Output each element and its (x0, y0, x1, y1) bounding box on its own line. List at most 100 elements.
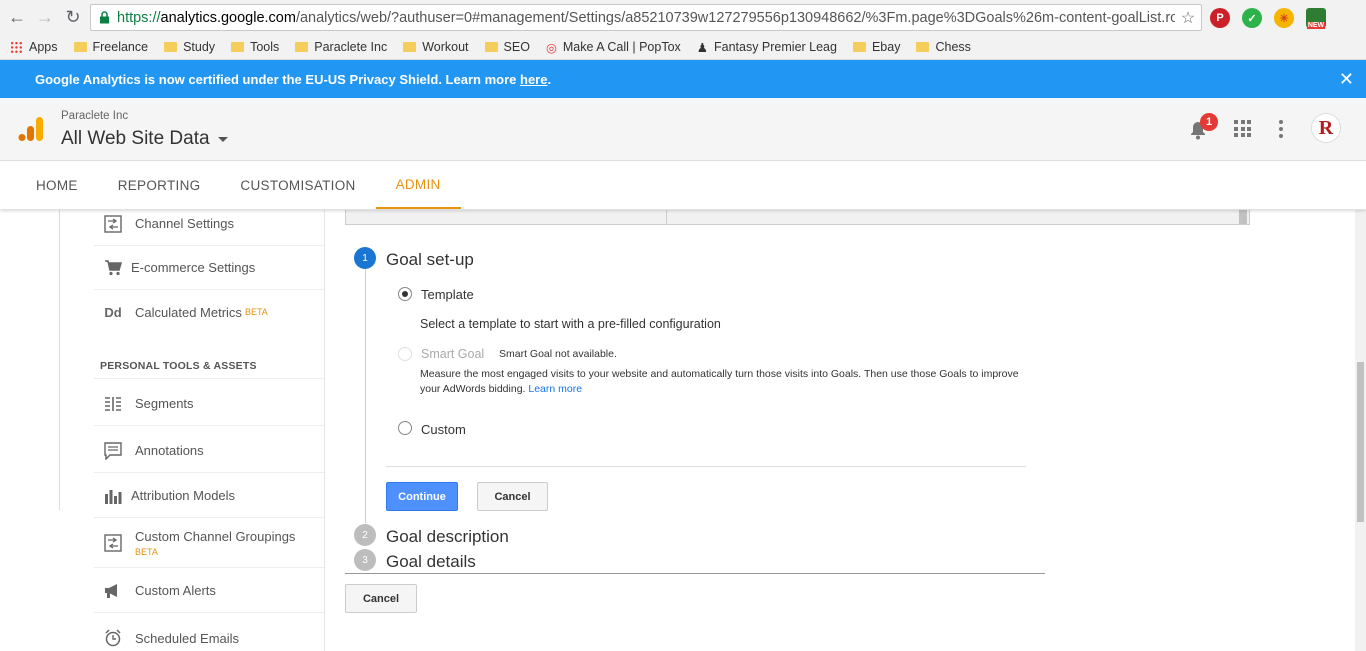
new-extension-icon[interactable]: NEW (1306, 8, 1326, 29)
avatar[interactable]: R (1311, 113, 1341, 143)
smart-goal-desc-text: Measure the most engaged visits to your … (420, 368, 1019, 395)
alarm-clock-icon (102, 628, 124, 648)
bookmark-fpl[interactable]: ♟ Fantasy Premier Leag (697, 40, 837, 55)
smart-goal-radio (398, 347, 412, 361)
lock-icon (91, 11, 117, 24)
notification-count-badge: 1 (1200, 113, 1218, 131)
url-host: analytics.google.com (160, 9, 296, 26)
sidebar-item-ecommerce-settings[interactable]: E-commerce Settings (94, 246, 324, 290)
smart-goal-label: Smart Goal (421, 347, 485, 361)
sidebar-item-custom-channel-groupings[interactable]: Custom Channel Groupings BETA (94, 518, 324, 568)
apps-grid-icon (10, 40, 23, 54)
goal-table-bottom (345, 210, 1250, 225)
bookmark-label: Paraclete Inc (314, 40, 388, 54)
bookmark-label: Study (183, 40, 216, 54)
sidebar-item-label: Custom Channel Groupings (135, 528, 296, 544)
custom-radio[interactable] (398, 421, 412, 435)
template-label[interactable]: Template (421, 287, 474, 302)
analytics-logo-icon[interactable] (18, 116, 44, 142)
lion-icon: ♟ (696, 40, 708, 55)
sidebar-item-label: Channel Settings (135, 216, 235, 231)
address-bar[interactable]: https://analytics.google.com/analytics/w… (90, 4, 1202, 31)
step-1-title: Goal set-up (386, 250, 474, 269)
step-3-title[interactable]: Goal details (386, 552, 476, 572)
sidebar-item-label: Custom Alerts (135, 583, 216, 598)
bottom-cancel-button[interactable]: Cancel (345, 584, 417, 613)
scrollbar-thumb[interactable] (1357, 362, 1364, 522)
browser-chrome: ← → ↻ https://analytics.google.com/analy… (0, 0, 1366, 60)
tab-admin[interactable]: ADMIN (375, 161, 461, 209)
calculated-metrics-icon: Dd (104, 304, 122, 320)
bookmark-ebay[interactable]: Ebay (852, 40, 900, 54)
folder-icon (73, 42, 87, 52)
step-1-number: 1 (354, 247, 376, 269)
bookmark-workout[interactable]: Workout (403, 40, 469, 54)
bookmark-chess[interactable]: Chess (916, 40, 971, 54)
bookmark-label: Fantasy Premier Leag (713, 40, 837, 54)
page-scrollbar[interactable] (1355, 210, 1366, 651)
forward-button[interactable]: → (34, 6, 56, 28)
folder-icon (295, 42, 309, 52)
cancel-button[interactable]: Cancel (477, 482, 548, 511)
bookmark-study[interactable]: Study (164, 40, 215, 54)
sidebar-item-calculated-metrics[interactable]: Dd Calculated Metrics BETA (94, 290, 324, 334)
back-button[interactable]: ← (6, 6, 28, 28)
check-icon[interactable]: ✓ (1242, 8, 1262, 28)
sidebar-item-label: Segments (135, 396, 194, 411)
sidebar-item-attribution-models[interactable]: Attribution Models (94, 474, 324, 518)
ga-header: Paraclete Inc All Web Site Data 1 R (0, 98, 1366, 161)
folder-icon (484, 42, 498, 52)
reload-button[interactable]: ↻ (62, 6, 84, 28)
sidebar-item-custom-alerts[interactable]: Custom Alerts (94, 569, 324, 613)
bookmark-star-icon[interactable]: ☆ (1175, 8, 1201, 28)
tab-home[interactable]: HOME (16, 161, 98, 209)
custom-label[interactable]: Custom (421, 422, 466, 437)
bookmark-tools[interactable]: Tools (231, 40, 279, 54)
folder-icon (164, 42, 178, 52)
beta-badge: BETA (244, 307, 268, 317)
toolbar: ← → ↻ https://analytics.google.com/analy… (0, 0, 1366, 35)
sidebar-item-label: Attribution Models (131, 488, 236, 503)
bookmark-paraclete[interactable]: Paraclete Inc (295, 40, 387, 54)
bookmark-label: Workout (422, 40, 469, 54)
smart-goal-description: Measure the most engaged visits to your … (420, 367, 1040, 397)
bookmarks-bar: Apps Freelance Study Tools Paraclete Inc… (0, 35, 1366, 59)
continue-button[interactable]: Continue (386, 482, 458, 511)
step-divider (386, 466, 1026, 467)
extension-icon[interactable]: ☀ (1274, 8, 1294, 28)
bookmark-seo[interactable]: SEO (484, 40, 530, 54)
bookmark-freelance[interactable]: Freelance (73, 40, 148, 54)
more-options-icon[interactable] (1279, 120, 1283, 138)
bookmark-label: Make A Call | PopTox (562, 40, 681, 54)
segments-icon (102, 394, 124, 414)
apps-grid-icon[interactable] (1234, 120, 1251, 137)
smart-goal-unavailable: Smart Goal not available. (499, 348, 617, 360)
section-heading: PERSONAL TOOLS & ASSETS (100, 360, 257, 372)
new-badge: NEW (1306, 22, 1326, 29)
channel-settings-icon (102, 214, 124, 234)
banner-link[interactable]: here (520, 72, 547, 87)
property-selector[interactable]: All Web Site Data (61, 128, 228, 150)
template-radio[interactable] (398, 287, 412, 301)
step-connector-line (365, 268, 366, 523)
sidebar-item-scheduled-emails[interactable]: Scheduled Emails (94, 616, 324, 651)
section-divider (94, 378, 324, 379)
sidebar-divider (59, 210, 60, 510)
tab-customisation[interactable]: CUSTOMISATION (220, 161, 375, 209)
step-2-title[interactable]: Goal description (386, 527, 509, 547)
close-icon[interactable]: ✕ (1339, 69, 1354, 90)
folder-icon (403, 42, 417, 52)
privacy-banner: Google Analytics is now certified under … (0, 60, 1366, 98)
sidebar-item-annotations[interactable]: Annotations (94, 429, 324, 473)
folder-icon (916, 42, 930, 52)
pinterest-icon[interactable]: P (1210, 8, 1230, 28)
tab-reporting[interactable]: REPORTING (98, 161, 221, 209)
bookmark-apps[interactable]: Apps (10, 40, 58, 54)
sidebar-item-segments[interactable]: Segments (94, 382, 324, 426)
sidebar-item-channel-settings[interactable]: Channel Settings (94, 210, 324, 246)
banner-period: . (547, 71, 552, 87)
goal-setup-panel: 1 Goal set-up Template Select a template… (326, 210, 1366, 651)
bookmark-poptox[interactable]: ◎ Make A Call | PopTox (546, 40, 681, 55)
table-scrollbar[interactable] (1239, 210, 1247, 224)
learn-more-link[interactable]: Learn more (528, 383, 582, 395)
